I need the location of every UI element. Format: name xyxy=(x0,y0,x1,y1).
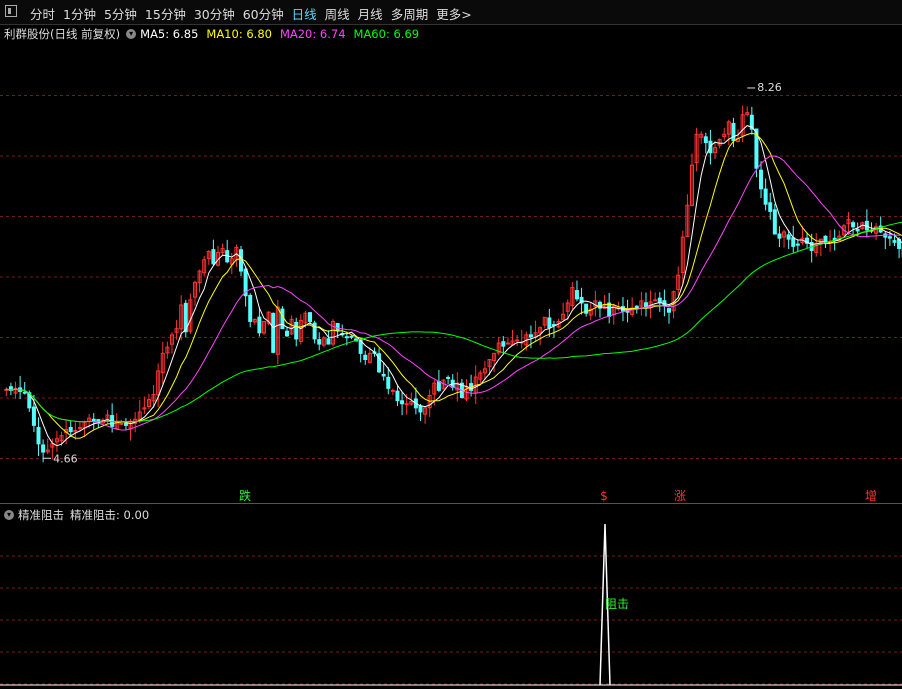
candle-body xyxy=(119,422,124,425)
ma-legend-0: MA5: 6.85 xyxy=(140,27,199,41)
candle-body xyxy=(887,236,892,239)
tab-5[interactable]: 60分钟 xyxy=(243,4,284,23)
tab-8[interactable]: 月线 xyxy=(358,4,383,23)
candle-body xyxy=(759,169,764,190)
candle-body xyxy=(344,336,349,339)
signal-marker: 涨 xyxy=(674,488,686,503)
candle-body xyxy=(400,400,405,405)
candle-body xyxy=(41,444,46,453)
candle-body xyxy=(505,342,510,345)
ma60-line xyxy=(6,221,902,423)
candle-body xyxy=(271,312,276,353)
candle-body xyxy=(381,373,386,377)
low-price-label: 4.66 xyxy=(53,452,78,465)
candle-body xyxy=(851,222,856,228)
candle-body xyxy=(446,376,451,379)
candle-body xyxy=(335,322,340,332)
candle-body xyxy=(294,321,299,340)
indicator-title: 精准阻击 xyxy=(18,508,64,522)
panel-icon[interactable] xyxy=(5,5,17,17)
candle-body xyxy=(77,426,82,429)
period-toolbar: 分时 1分钟 5分钟 15分钟 30分钟 60分钟 日线 周线 月线 多周期 更多> xyxy=(0,0,902,25)
candlestick-chart[interactable]: 8.26 4.66 跌 $ 涨 增 xyxy=(0,40,902,503)
tab-10[interactable]: 更多> xyxy=(436,4,471,23)
candle-body xyxy=(211,249,216,265)
ma20-line xyxy=(6,155,902,431)
tab-1[interactable]: 1分钟 xyxy=(63,4,96,23)
candle-body xyxy=(123,422,128,426)
candle-body xyxy=(248,294,253,322)
tab-0[interactable]: 分时 xyxy=(30,4,55,23)
signal-marker: $ xyxy=(600,489,608,503)
candle-body xyxy=(22,391,27,394)
candle-body xyxy=(308,312,313,322)
candle-body xyxy=(436,380,441,391)
candle-body xyxy=(285,330,290,337)
tab-9[interactable]: 多周期 xyxy=(391,4,429,23)
tab-7[interactable]: 周线 xyxy=(325,4,350,23)
indicator-annotation: 阻击 xyxy=(605,597,629,611)
signal-marker: 跌 xyxy=(239,488,251,503)
candle-body xyxy=(786,234,791,240)
candle-body xyxy=(280,308,285,330)
candle-body xyxy=(515,339,520,342)
tab-6[interactable]: 日线 xyxy=(292,4,317,23)
candle-body xyxy=(390,389,395,392)
candle-body xyxy=(404,403,409,406)
candle-body xyxy=(326,338,331,345)
tab-3[interactable]: 15分钟 xyxy=(145,4,186,23)
candle-body xyxy=(395,390,400,402)
candle-body xyxy=(528,334,533,338)
tab-2[interactable]: 5分钟 xyxy=(104,4,137,23)
candle-body xyxy=(317,339,322,345)
candle-body xyxy=(418,405,423,413)
chevron-down-icon[interactable]: ▾ xyxy=(126,29,137,39)
candle-body xyxy=(257,316,262,334)
candle-body xyxy=(892,240,897,243)
indicator-legend: ▾ 精准阻击 精准阻击: 0.00 xyxy=(4,507,149,523)
candle-body xyxy=(547,317,552,329)
candle-body xyxy=(777,233,782,239)
signal-marker: 增 xyxy=(865,489,877,503)
chevron-down-icon[interactable]: ▾ xyxy=(4,510,14,520)
candle-body xyxy=(731,122,736,141)
candle-body xyxy=(768,202,773,212)
candle-body xyxy=(31,406,36,426)
candle-body xyxy=(501,341,506,347)
ma-legend-3: MA60: 6.69 xyxy=(353,27,420,41)
candle-body xyxy=(36,426,41,445)
indicator-value: 精准阻击: 0.00 xyxy=(70,508,150,522)
candle-body xyxy=(795,243,800,246)
ma10-line xyxy=(6,132,902,439)
period-tabs: 分时 1分钟 5分钟 15分钟 30分钟 60分钟 日线 周线 月线 多周期 更多> xyxy=(30,4,480,23)
ma-legend-2: MA20: 6.74 xyxy=(279,27,346,41)
ma-legend-1: MA10: 6.80 xyxy=(206,27,272,41)
candle-body xyxy=(763,188,768,205)
candle-body xyxy=(574,290,579,300)
indicator-chart[interactable]: 阻击 xyxy=(0,504,902,689)
candle-body xyxy=(91,418,96,422)
candle-body xyxy=(349,335,354,338)
candle-body xyxy=(68,427,73,433)
tab-4[interactable]: 30分钟 xyxy=(194,4,235,23)
candle-body xyxy=(386,376,391,389)
ma-values: MA5: 6.85 MA10: 6.80 MA20: 6.74 MA60: 6.69 xyxy=(140,27,427,41)
candle-body xyxy=(855,228,860,232)
candle-body xyxy=(791,237,796,247)
candle-body xyxy=(653,299,658,302)
candle-body xyxy=(772,209,777,235)
candle-body xyxy=(703,136,708,143)
candle-body xyxy=(666,308,671,313)
high-price-label: 8.26 xyxy=(757,81,782,94)
candle-body xyxy=(363,354,368,361)
